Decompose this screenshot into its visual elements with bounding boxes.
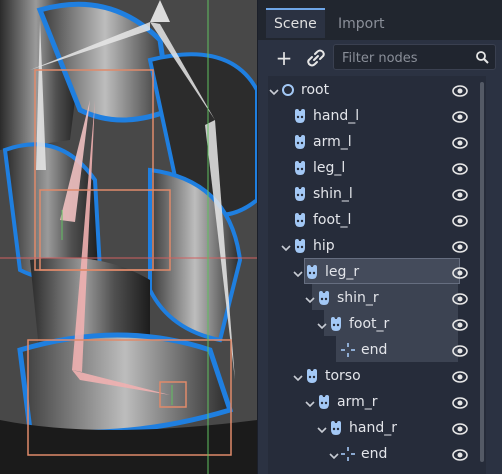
tree-item-label: root — [301, 82, 330, 98]
tree-item-shin-l[interactable]: shin_l — [268, 181, 486, 207]
visibility-eye-icon[interactable] — [452, 213, 468, 227]
filter-nodes-input[interactable] — [340, 47, 469, 69]
add-node-button[interactable]: + — [272, 46, 296, 70]
tree-item-hand-r[interactable]: hand_r — [268, 415, 486, 441]
tree-item-label: hand_l — [313, 108, 360, 124]
bone-icon — [316, 394, 332, 410]
visibility-eye-icon[interactable] — [452, 369, 468, 383]
visibility-eye-icon[interactable] — [452, 265, 468, 279]
bone-icon — [304, 264, 320, 280]
link-icon — [307, 49, 325, 67]
node-circle-icon — [280, 82, 296, 98]
tree-item-hand-l[interactable]: hand_l — [268, 103, 486, 129]
tree-item-torso[interactable]: torso — [268, 363, 486, 389]
search-icon[interactable] — [475, 50, 489, 64]
chevron-down-icon[interactable] — [268, 83, 280, 96]
scene-tree: root hand_l arm_l leg_l shin_l foot_lhip leg_r… — [268, 76, 486, 474]
skeleton-scene-image — [0, 0, 257, 474]
tree-scrollbar[interactable] — [480, 82, 484, 462]
chevron-down-icon[interactable] — [304, 291, 316, 304]
chevron-down-icon[interactable] — [292, 265, 304, 278]
visibility-eye-icon[interactable] — [452, 343, 468, 357]
tree-item-label: leg_r — [325, 264, 360, 280]
position-icon — [340, 446, 356, 462]
visibility-eye-icon[interactable] — [452, 291, 468, 305]
bone-icon — [292, 212, 308, 228]
position-icon — [340, 342, 356, 358]
tree-item-label: end — [361, 342, 388, 358]
tree-item-foot-l[interactable]: foot_l — [268, 207, 486, 233]
tree-item-label: arm_l — [313, 134, 352, 150]
tree-item-label: hand_r — [349, 420, 397, 436]
instance-scene-button[interactable] — [304, 46, 328, 70]
tree-item-label: foot_r — [349, 316, 390, 332]
tree-item-label: end — [361, 446, 388, 462]
bone-icon — [304, 368, 320, 384]
visibility-eye-icon[interactable] — [452, 135, 468, 149]
visibility-eye-icon[interactable] — [452, 161, 468, 175]
tree-item-label: hip — [313, 238, 335, 254]
tree-item-arm-r[interactable]: arm_r — [268, 389, 486, 415]
chevron-down-icon[interactable] — [328, 447, 340, 460]
canvas-viewport[interactable] — [0, 0, 257, 474]
tree-item-end[interactable]: end — [268, 441, 486, 467]
visibility-eye-icon[interactable] — [452, 83, 468, 97]
tree-item-label: arm_r — [337, 394, 378, 410]
tree-item-label: leg_l — [313, 160, 346, 176]
tree-item-root[interactable]: root — [268, 77, 486, 103]
tree-item-leg-l[interactable]: leg_l — [268, 155, 486, 181]
bone-icon — [292, 238, 308, 254]
visibility-eye-icon[interactable] — [452, 317, 468, 331]
scene-dock: Scene Import + root hand_l arm_l leg_l shin_… — [257, 0, 502, 474]
chevron-down-icon[interactable] — [292, 369, 304, 382]
visibility-eye-icon[interactable] — [452, 447, 468, 461]
chevron-down-icon[interactable] — [304, 395, 316, 408]
bone-icon — [292, 186, 308, 202]
bone-icon — [328, 420, 344, 436]
chevron-down-icon[interactable] — [316, 421, 328, 434]
visibility-eye-icon[interactable] — [452, 239, 468, 253]
bone-icon — [328, 316, 344, 332]
tree-item-label: shin_l — [313, 186, 353, 202]
tree-item-label: foot_l — [313, 212, 352, 228]
tree-item-arm-l[interactable]: arm_l — [268, 129, 486, 155]
tree-item-label: torso — [325, 368, 361, 384]
visibility-eye-icon[interactable] — [452, 395, 468, 409]
bone-icon — [292, 160, 308, 176]
filter-nodes-field[interactable] — [333, 44, 496, 70]
tree-item-end[interactable]: end — [268, 337, 486, 363]
tree-item-shin-r[interactable]: shin_r — [268, 285, 486, 311]
bone-icon — [292, 108, 308, 124]
tree-item-hip[interactable]: hip — [268, 233, 486, 259]
visibility-eye-icon[interactable] — [452, 109, 468, 123]
tab-import[interactable]: Import — [330, 10, 392, 38]
bone-icon — [292, 134, 308, 150]
tree-item-foot-r[interactable]: foot_r — [268, 311, 486, 337]
bone-icon — [316, 290, 332, 306]
chevron-down-icon[interactable] — [280, 239, 292, 252]
visibility-eye-icon[interactable] — [452, 187, 468, 201]
tree-item-label: shin_r — [337, 290, 379, 306]
dock-tabs: Scene Import — [258, 0, 502, 40]
visibility-eye-icon[interactable] — [452, 421, 468, 435]
tree-item-leg-r[interactable]: leg_r — [268, 259, 486, 285]
chevron-down-icon[interactable] — [316, 317, 328, 330]
tab-scene[interactable]: Scene — [266, 8, 325, 38]
